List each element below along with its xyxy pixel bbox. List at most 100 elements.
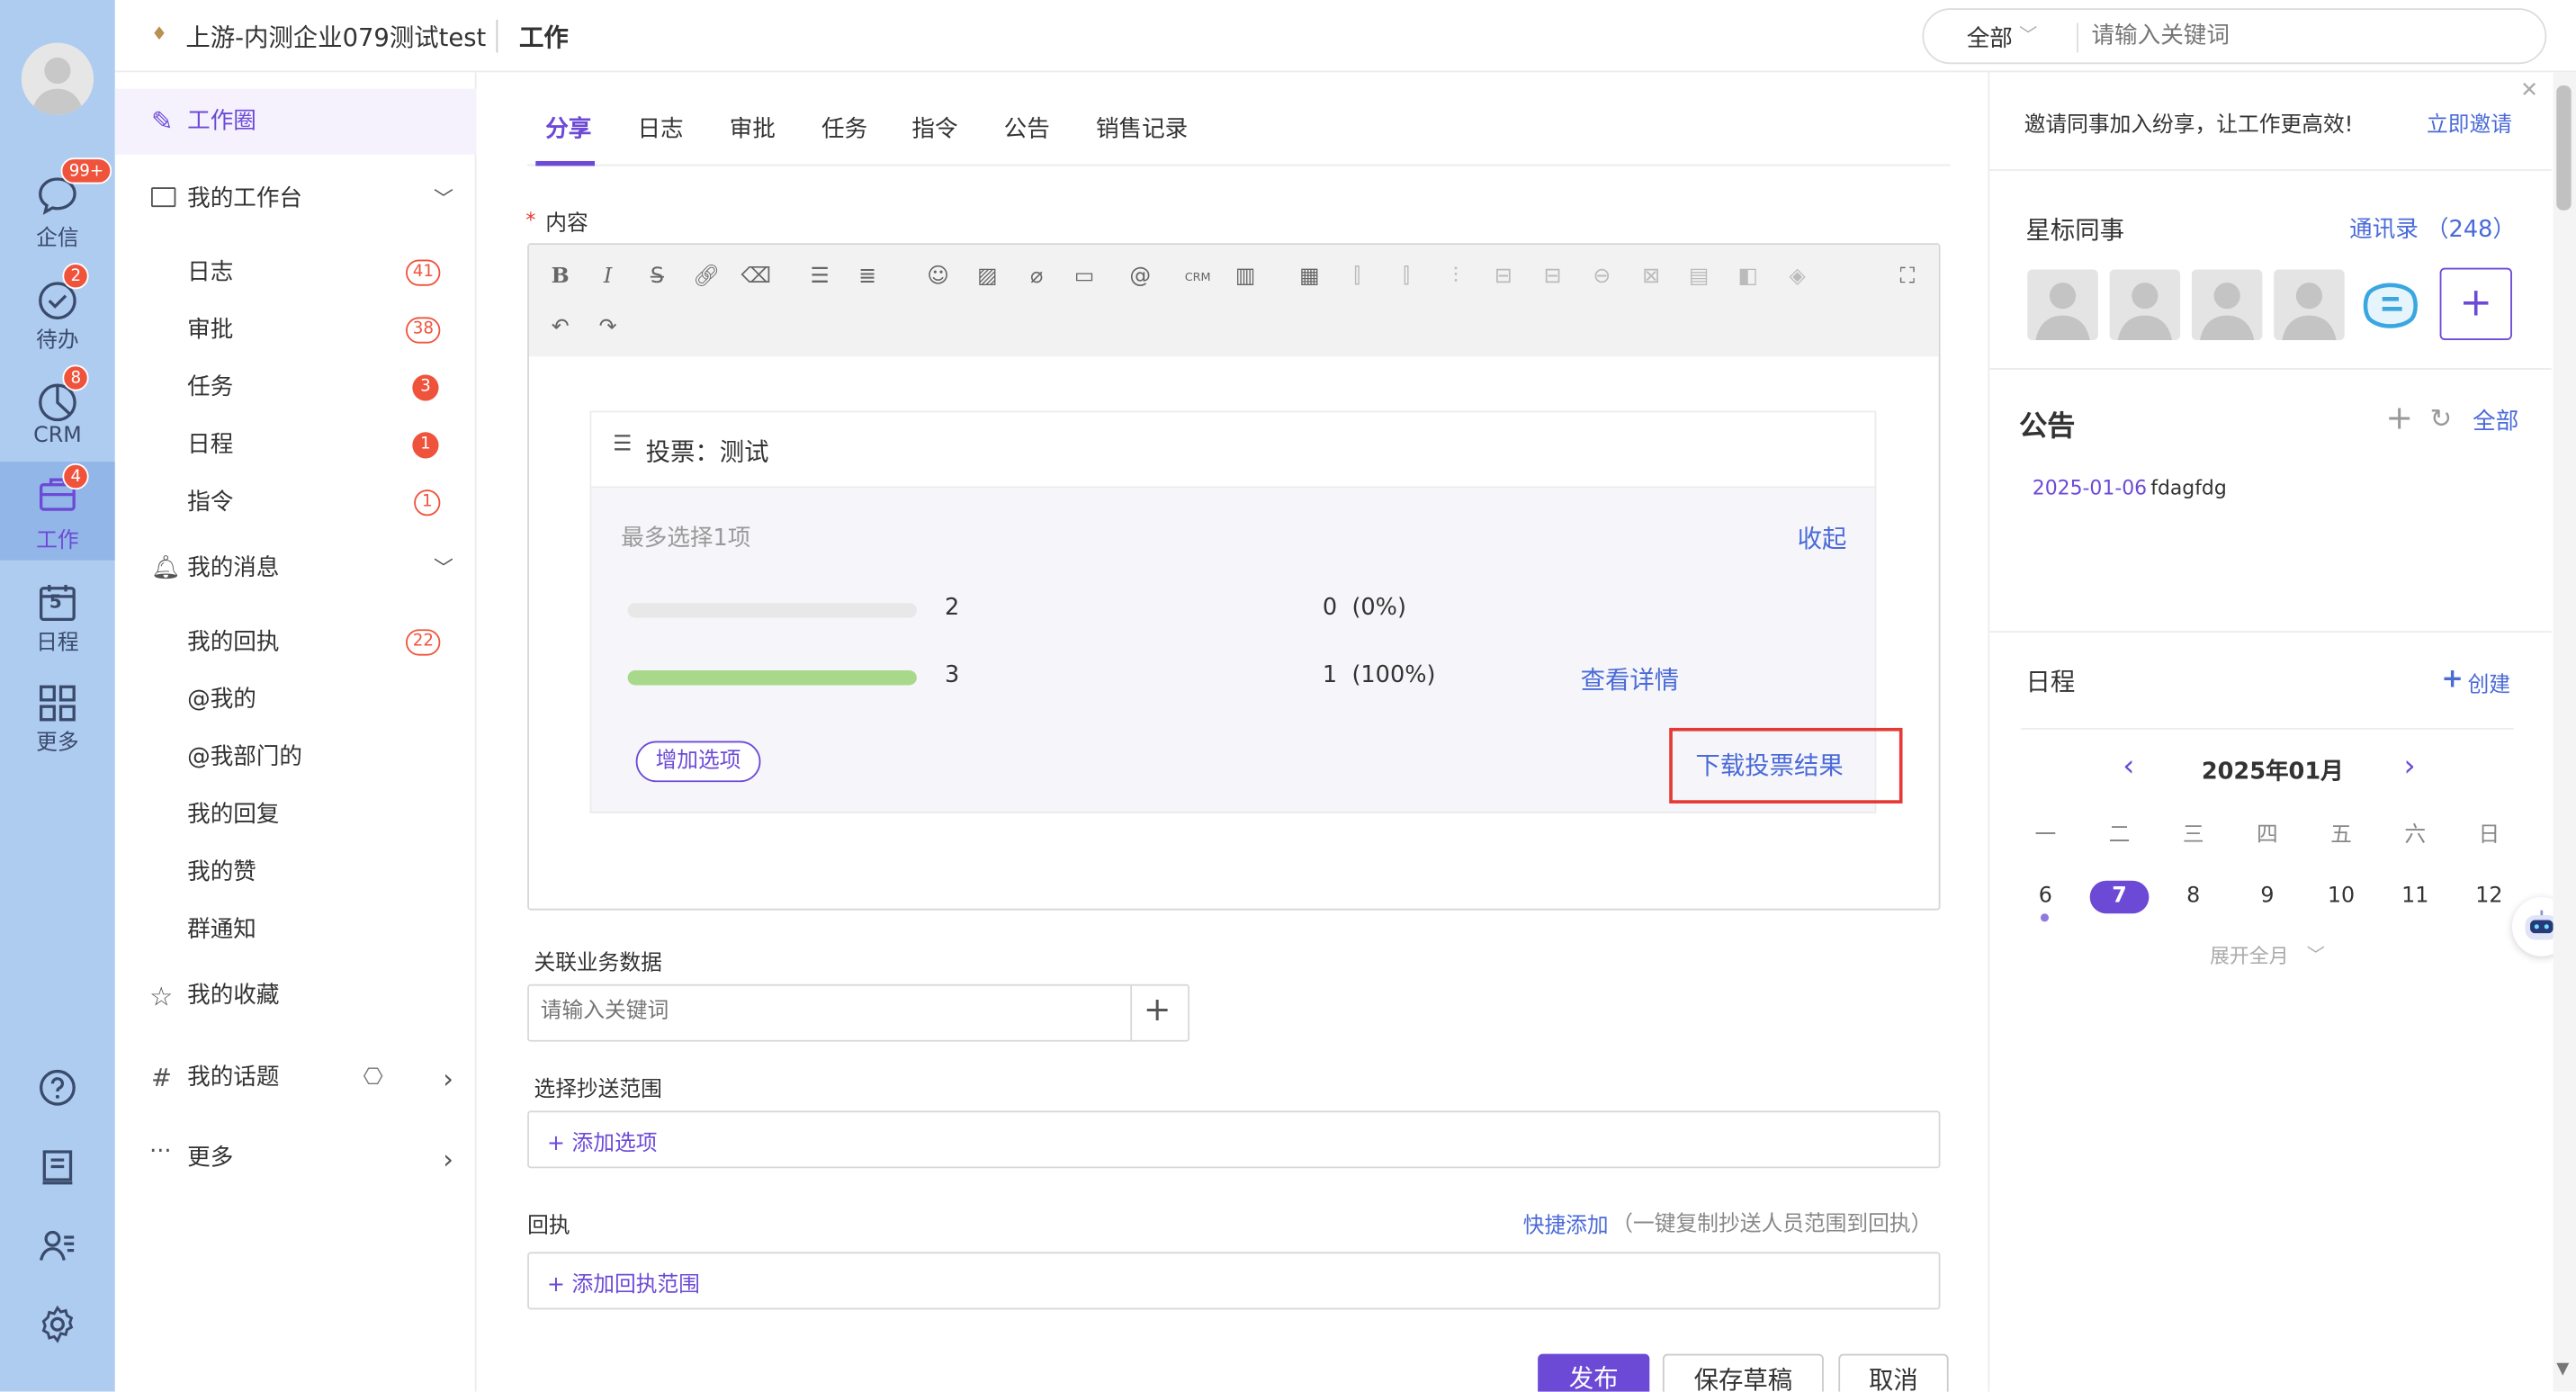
sidebar-item-command[interactable]: 指令 1 xyxy=(115,475,477,533)
refresh-icon[interactable]: ↻ xyxy=(2430,402,2452,434)
publish-button[interactable]: 发布 xyxy=(1538,1353,1650,1392)
sidebar-item-group-notice[interactable]: 群通知 xyxy=(115,902,477,959)
related-data-input[interactable] xyxy=(540,999,1116,1024)
colleague-avatar-bot[interactable] xyxy=(2356,269,2428,340)
nav-item-schedule[interactable]: 5 日程 xyxy=(0,575,115,667)
disk-icon[interactable]: ▭ xyxy=(1070,263,1100,292)
tab-share[interactable]: 分享 xyxy=(545,112,591,145)
fill-color-icon[interactable]: ◈ xyxy=(1782,263,1812,292)
calendar-day-today[interactable]: 7 xyxy=(2089,880,2150,914)
eraser-icon[interactable]: ⌫ xyxy=(741,263,772,292)
sidebar-item-work-circle[interactable]: ✎ 工作圈 xyxy=(114,88,477,155)
expand-month-link[interactable]: 展开全月 xyxy=(2210,941,2289,969)
colleague-avatar[interactable] xyxy=(2109,269,2181,340)
numbered-list-icon[interactable]: ≣ xyxy=(853,263,883,292)
tab-notice[interactable]: 公告 xyxy=(1004,112,1050,145)
table-header-icon[interactable]: ▤ xyxy=(1684,263,1714,292)
table-merge-icon[interactable]: ◧ xyxy=(1733,263,1763,292)
tab-command[interactable]: 指令 xyxy=(911,112,957,145)
sidebar-item-topics[interactable]: # 我的话题 ⎔ › xyxy=(115,1050,477,1108)
calendar-day-cell[interactable]: 12 xyxy=(2464,881,2514,914)
user-avatar[interactable] xyxy=(21,42,94,115)
cc-scope-field[interactable]: + 添加选项 xyxy=(527,1110,1941,1169)
vertical-scrollbar[interactable] xyxy=(2553,72,2576,1392)
nav-item-qixin[interactable]: 99+ 企信 xyxy=(0,157,115,259)
save-draft-button[interactable]: 保存草稿 xyxy=(1662,1353,1824,1392)
contacts-icon[interactable] xyxy=(36,1224,78,1266)
notice-all-link[interactable]: 全部 xyxy=(2473,404,2518,437)
attachment-icon[interactable]: ⌀ xyxy=(1022,263,1052,292)
tab-log[interactable]: 日志 xyxy=(637,112,683,145)
search-input[interactable] xyxy=(2091,18,2519,55)
nav-item-work[interactable]: 4 工作 xyxy=(0,462,115,561)
search-scope-select[interactable]: 全部 xyxy=(1967,22,2013,55)
chevron-left-icon[interactable]: ‹ xyxy=(2123,750,2134,784)
link-icon[interactable]: 🔗︎ xyxy=(692,263,722,292)
create-schedule-link[interactable]: 创建 xyxy=(2468,667,2511,698)
strikethrough-icon[interactable]: S xyxy=(642,263,672,292)
sidebar-item-my-likes[interactable]: 我的赞 xyxy=(115,845,477,903)
sidebar-item-my-reply[interactable]: 我的回复 xyxy=(115,787,477,845)
delete-table-icon[interactable]: ⊠ xyxy=(1637,263,1666,292)
topic-settings-icon[interactable]: ⎔ xyxy=(364,1050,383,1108)
insert-column-right-icon[interactable]: ⫿ xyxy=(1392,263,1422,292)
help-icon[interactable] xyxy=(36,1066,78,1109)
sidebar-item-schedule[interactable]: 日程 1 xyxy=(115,418,477,475)
add-option-button[interactable]: 增加选项 xyxy=(635,741,761,783)
contacts-link[interactable]: 通讯录 （248） xyxy=(2349,212,2516,246)
colleague-avatar[interactable] xyxy=(2027,269,2098,340)
tab-task[interactable]: 任务 xyxy=(821,112,867,145)
view-details-link[interactable]: 查看详情 xyxy=(1581,662,1680,696)
sidebar-item-more[interactable]: ··· 更多 › xyxy=(115,1130,477,1188)
calendar-day-cell[interactable]: 9 xyxy=(2242,881,2292,914)
colleague-avatar[interactable] xyxy=(2191,269,2263,340)
close-icon[interactable]: ✕ xyxy=(2520,79,2538,103)
calendar-day-cell[interactable]: 6 xyxy=(2021,881,2070,914)
company-name[interactable]: 上游-内测企业079测试test xyxy=(185,20,486,54)
insert-column-left-icon[interactable]: ⫿ xyxy=(1342,263,1372,292)
bold-icon[interactable]: B xyxy=(545,263,575,292)
calendar-day-cell[interactable]: 10 xyxy=(2317,881,2366,914)
delete-row-icon[interactable]: ⊖ xyxy=(1587,263,1617,292)
italic-icon[interactable]: I xyxy=(593,263,623,292)
bullet-list-icon[interactable]: ☰ xyxy=(805,263,835,292)
colleague-avatar[interactable] xyxy=(2274,269,2345,340)
scroll-down-arrow-icon[interactable]: ▼ xyxy=(2556,1361,2569,1379)
receipt-add-button[interactable]: + 添加回执范围 xyxy=(547,1267,700,1298)
chevron-right-icon[interactable]: › xyxy=(2403,750,2415,784)
sidebar-item-at-dept[interactable]: @我部门的 xyxy=(115,730,477,787)
add-star-colleague-button[interactable]: + xyxy=(2439,267,2512,340)
notice-item-text[interactable]: fdagfdg xyxy=(2150,477,2227,500)
crm-icon[interactable]: CRM xyxy=(1180,263,1216,292)
plus-icon[interactable]: + xyxy=(2441,662,2463,694)
redo-icon[interactable]: ↷ xyxy=(593,314,623,344)
scrollbar-thumb[interactable] xyxy=(2556,85,2572,211)
bar-chart-icon[interactable]: ▥ xyxy=(1231,263,1261,292)
download-results-link[interactable]: 下载投票结果 xyxy=(1695,748,1843,782)
image-icon[interactable]: ▨ xyxy=(973,263,1002,292)
cc-add-button[interactable]: + 添加选项 xyxy=(547,1126,657,1156)
tab-sales-record[interactable]: 销售记录 xyxy=(1096,112,1188,145)
tab-approval[interactable]: 审批 xyxy=(730,112,776,145)
sidebar-item-approval[interactable]: 审批 38 xyxy=(115,302,477,360)
sidebar-item-favorites[interactable]: ☆ 我的收藏 xyxy=(115,968,477,1026)
mention-icon[interactable]: @ xyxy=(1126,263,1155,292)
emoji-icon[interactable]: ☺ xyxy=(923,263,953,292)
plus-icon[interactable]: + xyxy=(1144,989,1171,1028)
quick-add-link[interactable]: 快捷添加 xyxy=(1523,1208,1609,1238)
sidebar-item-my-receipt[interactable]: 我的回执 22 xyxy=(115,615,477,672)
sidebar-group-workbench[interactable]: 我的工作台 ﹀ xyxy=(115,171,477,229)
invite-link[interactable]: 立即邀请 xyxy=(2427,107,2512,138)
nav-item-todo[interactable]: 2 待办 xyxy=(0,263,115,364)
sidebar-item-log[interactable]: 日志 41 xyxy=(115,245,477,302)
calendar-day-cell[interactable]: 8 xyxy=(2168,881,2218,914)
settings-gear-icon[interactable] xyxy=(36,1303,78,1345)
collapse-link[interactable]: 收起 xyxy=(1798,521,1847,555)
sidebar-item-at-me[interactable]: @我的 xyxy=(115,672,477,730)
receipt-scope-field[interactable]: + 添加回执范围 xyxy=(527,1252,1941,1310)
fullscreen-icon[interactable]: ⛶ xyxy=(1893,263,1923,292)
insert-row-above-icon[interactable]: ⊟ xyxy=(1488,263,1518,292)
nav-item-more[interactable]: 更多 xyxy=(0,675,115,767)
calendar-day-cell[interactable]: 11 xyxy=(2391,881,2440,914)
delete-column-icon[interactable]: ⫶ xyxy=(1441,263,1470,292)
